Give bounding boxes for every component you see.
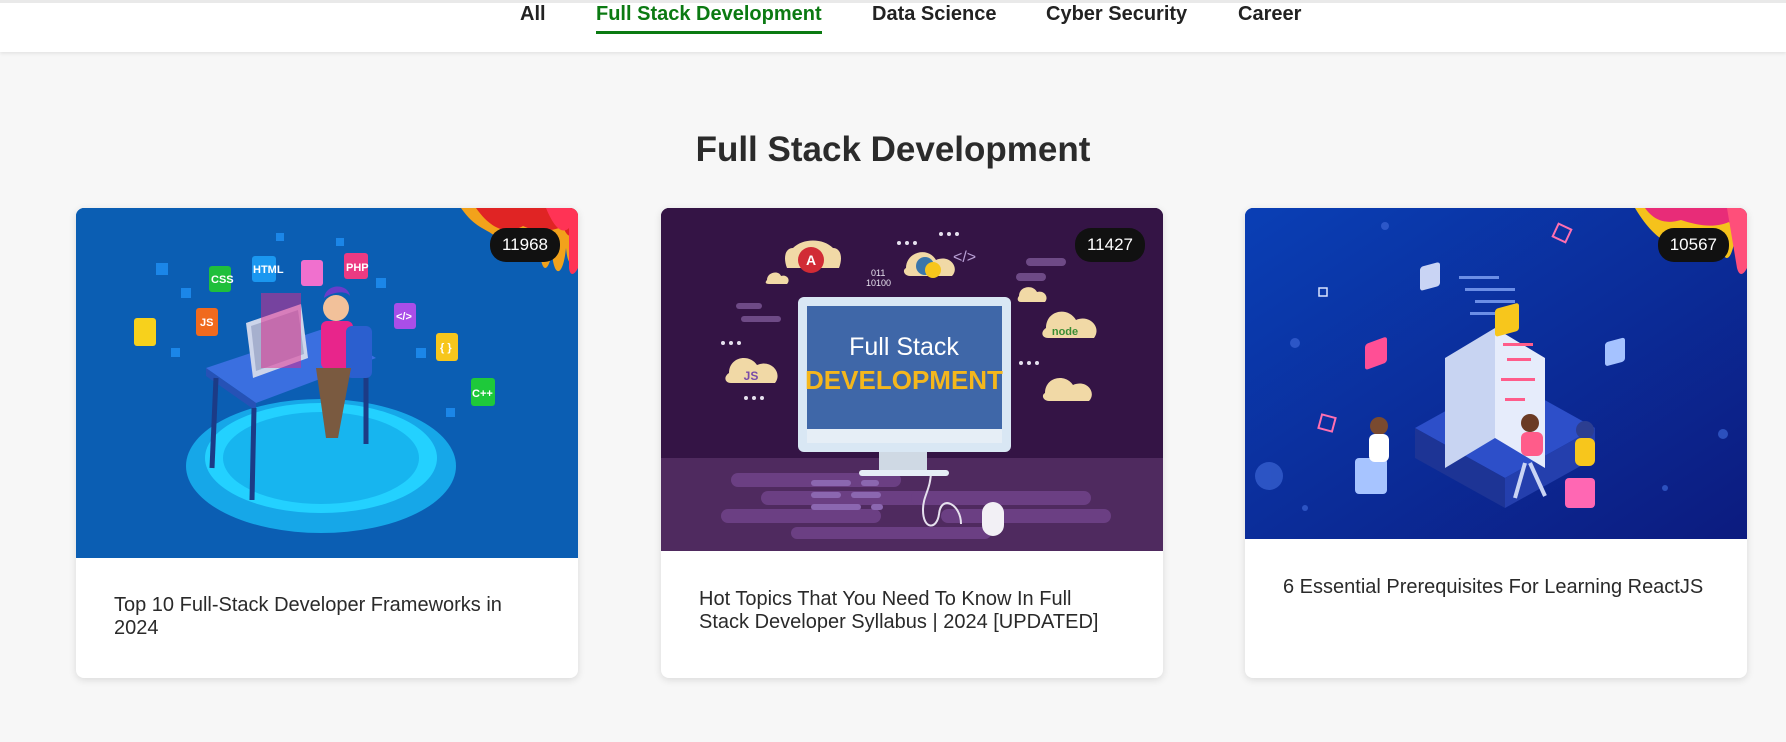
tag-js-text: JS [200, 317, 213, 329]
tab-data-science[interactable]: Data Science [872, 3, 997, 34]
code-tag-text: </> [953, 249, 976, 266]
tab-full-stack-development[interactable]: Full Stack Development [596, 3, 822, 34]
image-text-line1: Full Stack [849, 333, 959, 361]
article-title[interactable]: Hot Topics That You Need To Know In Full… [699, 588, 1125, 634]
tag-cpp-text: C++ [472, 388, 493, 400]
views-badge: 11427 [1074, 228, 1145, 262]
tag-tag-text: </> [396, 311, 412, 323]
tab-cyber-security[interactable]: Cyber Security [1046, 3, 1187, 34]
views-badge: 11968 [489, 228, 560, 262]
top-navigation: All Full Stack Development Data Science … [0, 0, 1786, 52]
tag-braces-text: { } [440, 342, 452, 354]
tag-css-text: CSS [211, 274, 234, 286]
angular-text: A [806, 252, 816, 268]
article-card[interactable]: 10567 6 Essential Prerequisites For Lear… [1245, 208, 1747, 678]
tag-php-text: PHP [346, 262, 369, 274]
tag-html-text: HTML [253, 264, 284, 276]
article-title[interactable]: 6 Essential Prerequisites For Learning R… [1283, 576, 1709, 599]
section-title: Full Stack Development [695, 130, 1091, 169]
tab-career[interactable]: Career [1238, 3, 1301, 34]
article-thumbnail: 10567 [1245, 208, 1747, 539]
article-thumbnail: Full Stack DEVELOPMENT A 011 10100 </> J… [661, 208, 1163, 551]
js-cloud-text: JS [744, 369, 759, 383]
article-card[interactable]: CSS HTML PHP JS </> { } C++ 11968 Top 10… [76, 208, 578, 678]
binary-1: 011 [871, 268, 885, 278]
article-thumbnail: CSS HTML PHP JS </> { } C++ 11968 [76, 208, 578, 558]
views-badge: 10567 [1657, 228, 1729, 262]
tab-all[interactable]: All [520, 3, 546, 34]
node-cloud-text: node [1052, 326, 1078, 338]
article-title[interactable]: Top 10 Full-Stack Developer Frameworks i… [114, 594, 540, 640]
article-card[interactable]: Full Stack DEVELOPMENT A 011 10100 </> J… [661, 208, 1163, 678]
image-text-line2: DEVELOPMENT [805, 365, 1003, 395]
binary-2: 10100 [866, 278, 891, 288]
